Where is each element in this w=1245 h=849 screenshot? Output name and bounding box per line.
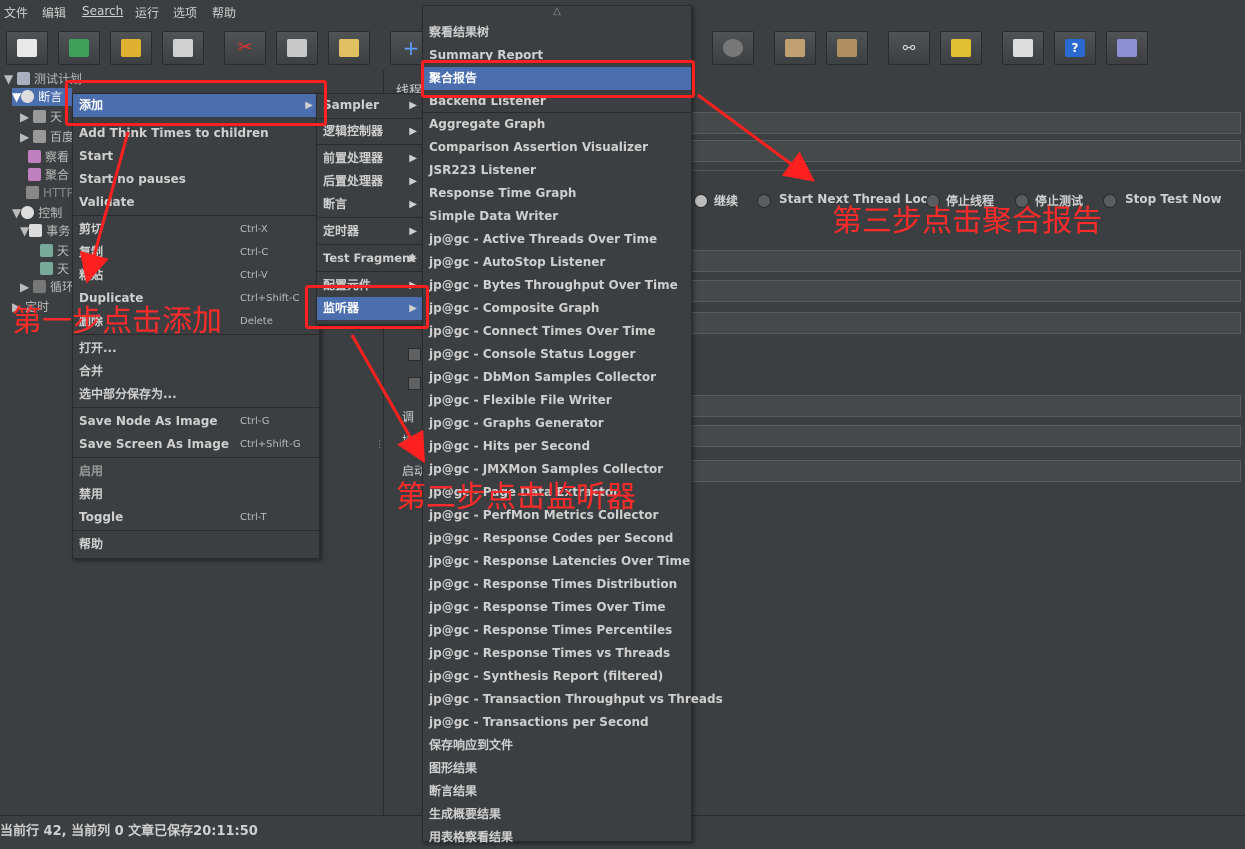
annotation-step1: 第一步点击添加 [12, 304, 222, 339]
annotation-step3: 第三步点击聚合报告 [832, 204, 1102, 239]
annotation-arrows [79, 93, 815, 464]
annotation-step2: 第二步点击监听器 [396, 480, 636, 515]
